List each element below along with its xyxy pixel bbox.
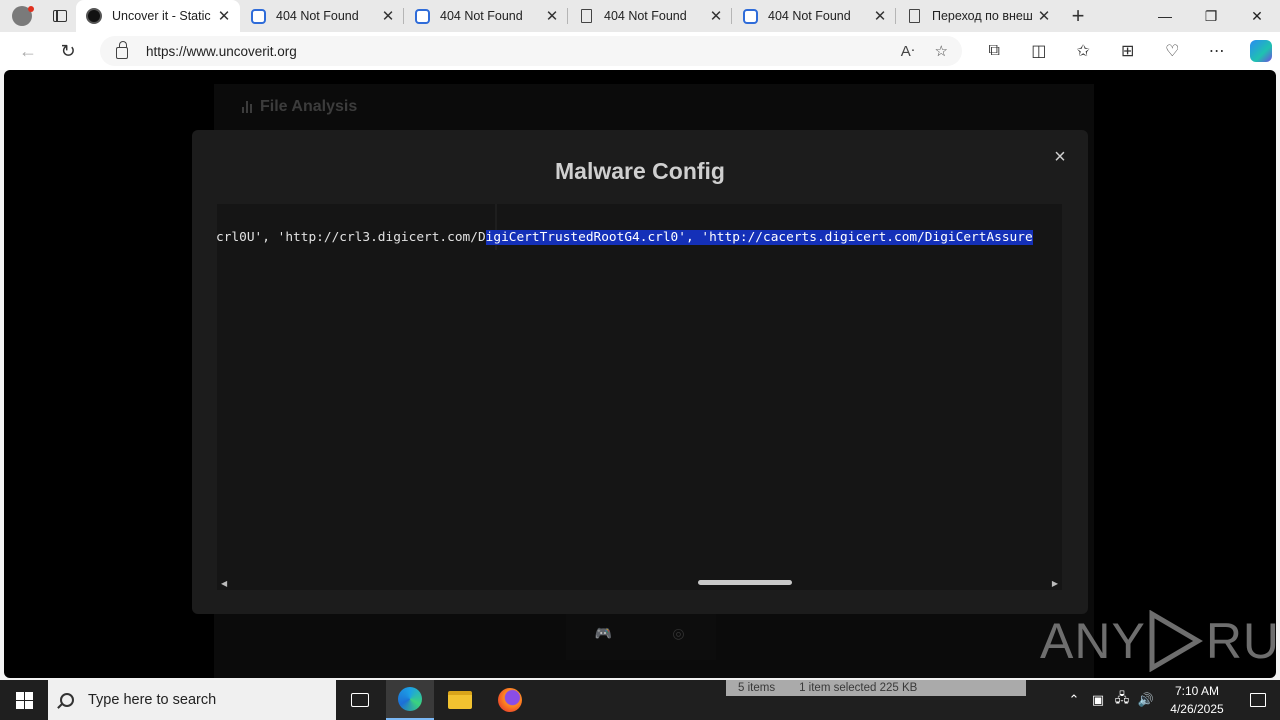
window-controls: ― ❐ ✕ [1142, 0, 1280, 32]
item-count: 5 items [738, 682, 776, 694]
blue-cube-icon [414, 8, 430, 24]
discord-icon[interactable]: 🎮 [566, 606, 641, 660]
file-analysis-label: File Analysis [260, 98, 358, 115]
horizontal-scrollbar[interactable]: ◀ ▶ [217, 576, 1062, 590]
config-code-line[interactable]: crl0U', 'http://crl3.digicert.com/DigiCe… [217, 230, 1033, 245]
notifications-button[interactable] [1236, 680, 1280, 720]
close-window-icon[interactable]: ✕ [1234, 0, 1280, 32]
document-icon [578, 8, 594, 24]
close-tab-icon[interactable]: ✕ [1036, 7, 1052, 25]
folder-icon [448, 691, 472, 709]
close-icon[interactable]: × [1050, 146, 1070, 169]
url-text[interactable]: https://www.uncoverit.org [146, 44, 297, 59]
browser-essentials-icon[interactable]: ♡ [1150, 41, 1195, 61]
social-links: 🎮 ◎ [566, 606, 716, 660]
watermark-left: ANY [1040, 613, 1146, 669]
more-menu-icon[interactable]: ⋯ [1195, 41, 1240, 61]
file-explorer-button[interactable] [436, 680, 484, 720]
scroll-left-icon[interactable]: ◀ [221, 579, 227, 588]
search-icon [60, 693, 74, 707]
edge-taskbar-button[interactable] [386, 680, 434, 720]
tab-404-2[interactable]: 404 Not Found ✕ [404, 0, 568, 32]
volume-icon[interactable]: 🔊 [1134, 692, 1158, 708]
notification-dot [28, 6, 34, 12]
firefox-icon [498, 688, 522, 712]
document-icon [906, 8, 922, 24]
clock-date: 4/26/2025 [1170, 702, 1224, 716]
tab-404-1[interactable]: 404 Not Found ✕ [240, 0, 404, 32]
lock-icon[interactable] [116, 41, 128, 59]
profile-button[interactable] [0, 0, 44, 32]
minimize-icon[interactable]: ― [1142, 0, 1188, 32]
copilot-icon[interactable] [1239, 40, 1280, 62]
back-icon[interactable]: ← [8, 32, 48, 70]
read-aloud-icon[interactable]: Aᐧ [901, 42, 915, 60]
split-screen-icon[interactable]: ◫ [1017, 41, 1062, 61]
tab-actions-icon [53, 10, 67, 22]
address-bar[interactable]: https://www.uncoverit.org Aᐧ ☆ [100, 36, 962, 66]
tab-strip: Uncover it - Static ✕ 404 Not Found ✕ 40… [0, 0, 1280, 32]
blue-cube-icon [742, 8, 758, 24]
task-view-button[interactable] [336, 680, 384, 720]
device-icon[interactable]: ▣ [1086, 692, 1110, 708]
address-toolbar: ← ↻ https://www.uncoverit.org Aᐧ ☆ ⧉ ◫ ✩… [0, 32, 1280, 70]
task-view-icon [351, 693, 369, 707]
taskbar-search[interactable] [48, 680, 336, 720]
tab-uncoverit[interactable]: Uncover it - Static ✕ [76, 0, 240, 32]
restore-icon[interactable]: ❐ [1188, 0, 1234, 32]
favorites-icon[interactable]: ✩ [1061, 41, 1106, 61]
new-tab-button[interactable]: + [1060, 0, 1096, 32]
watermark-right: RUN [1205, 613, 1276, 669]
selected-code-text: igiCertTrustedRootG4.crl0', 'http://cace… [485, 230, 1033, 245]
close-tab-icon[interactable]: ✕ [544, 7, 560, 25]
uncoverit-icon [86, 8, 102, 24]
anyrun-watermark: ANY RUN [1040, 610, 1276, 672]
chart-icon [242, 101, 252, 113]
browser-tools: ⧉ ◫ ✩ ⊞ ♡ ⋯ [972, 32, 1280, 70]
scroll-right-icon[interactable]: ▶ [1052, 579, 1058, 588]
file-analysis-heading: File Analysis [242, 98, 357, 116]
firefox-button[interactable] [486, 680, 534, 720]
tab-title: 404 Not Found [440, 9, 523, 23]
tab-404-3[interactable]: 404 Not Found ✕ [568, 0, 732, 32]
network-icon[interactable]: 🖧 [1110, 689, 1134, 711]
selection-info: 1 item selected 225 KB [799, 682, 918, 694]
system-tray: ⌃ ▣ 🖧 🔊 7:10 AM 4/26/2025 [1062, 680, 1280, 720]
clock[interactable]: 7:10 AM 4/26/2025 [1158, 682, 1236, 718]
close-tab-icon[interactable]: ✕ [872, 7, 888, 25]
scrollbar-thumb[interactable] [698, 580, 792, 585]
blue-cube-icon [250, 8, 266, 24]
close-tab-icon[interactable]: ✕ [380, 7, 396, 25]
refresh-icon[interactable]: ↻ [48, 32, 88, 70]
windows-logo-icon [15, 691, 33, 709]
tab-title: Переход по внеш [932, 9, 1033, 23]
close-tab-icon[interactable]: ✕ [216, 7, 232, 25]
page-viewport: File Analysis 🎮 ◎ ANY RUN Malware Config… [4, 70, 1276, 678]
notification-icon [1250, 693, 1266, 707]
extensions-icon[interactable]: ⧉ [972, 42, 1017, 60]
chevron-up-icon[interactable]: ⌃ [1062, 692, 1086, 708]
tab-redirect[interactable]: Переход по внеш ✕ [896, 0, 1060, 32]
search-input[interactable] [88, 692, 308, 708]
malware-config-modal: Malware Config × crl0U', 'http://crl3.di… [192, 130, 1088, 614]
tab-title: Uncover it - Static [112, 9, 211, 23]
favorite-star-icon[interactable]: ☆ [935, 42, 948, 60]
code-text: crl0U', 'http://crl3.digicert.com/D [217, 230, 486, 245]
instagram-icon[interactable]: ◎ [641, 606, 716, 660]
modal-title: Malware Config [555, 158, 725, 184]
clock-time: 7:10 AM [1174, 684, 1220, 698]
play-icon [1149, 610, 1203, 672]
tab-404-4[interactable]: 404 Not Found ✕ [732, 0, 896, 32]
close-tab-icon[interactable]: ✕ [708, 7, 724, 25]
tab-actions-button[interactable] [44, 0, 76, 32]
windows-taskbar: 5 items 1 item selected 225 KB ⌃ ▣ 🖧 🔊 7… [0, 680, 1280, 720]
explorer-status-bar: 5 items 1 item selected 225 KB [726, 680, 1026, 696]
config-code-block[interactable]: crl0U', 'http://crl3.digicert.com/DigiCe… [217, 204, 1062, 590]
edge-icon [398, 687, 422, 711]
start-button[interactable] [0, 680, 48, 720]
tab-title: 404 Not Found [768, 9, 851, 23]
collections-icon[interactable]: ⊞ [1106, 41, 1151, 61]
tab-title: 404 Not Found [276, 9, 359, 23]
tab-title: 404 Not Found [604, 9, 687, 23]
